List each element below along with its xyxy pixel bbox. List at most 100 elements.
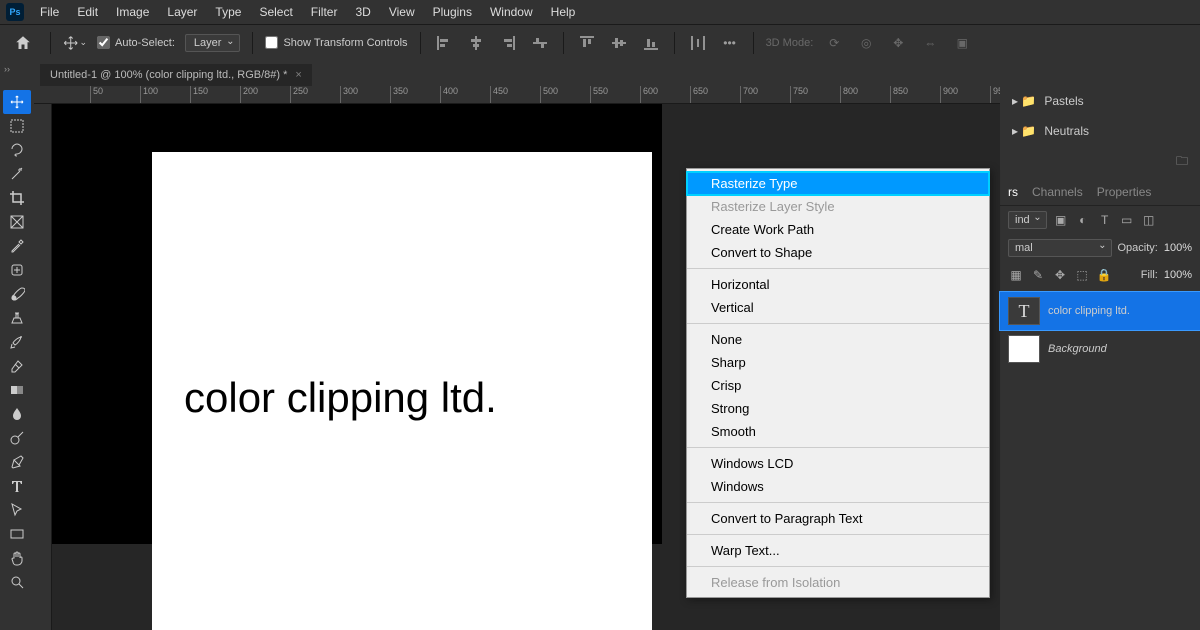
- ctx-windows[interactable]: Windows: [687, 475, 989, 498]
- gradient-tool[interactable]: [3, 378, 31, 402]
- fill-label: Fill:: [1141, 269, 1158, 281]
- ctx-windows-lcd[interactable]: Windows LCD: [687, 452, 989, 475]
- swatch-label: Pastels: [1044, 94, 1083, 108]
- distribute-icon[interactable]: [687, 32, 709, 54]
- path-selection-tool[interactable]: [3, 498, 31, 522]
- type-tool[interactable]: [3, 474, 31, 498]
- ctx-convert-to-shape[interactable]: Convert to Shape: [687, 241, 989, 264]
- 3d-orbit-icon: ⟳: [823, 32, 845, 54]
- ctx-strong[interactable]: Strong: [687, 397, 989, 420]
- magic-wand-tool[interactable]: [3, 162, 31, 186]
- layer-background[interactable]: Background: [1000, 330, 1200, 368]
- menu-view[interactable]: View: [381, 2, 423, 22]
- filter-image-icon[interactable]: ▣: [1053, 212, 1069, 228]
- healing-brush-tool[interactable]: [3, 258, 31, 282]
- eraser-tool[interactable]: [3, 354, 31, 378]
- ctx-vertical[interactable]: Vertical: [687, 296, 989, 319]
- menu-help[interactable]: Help: [543, 2, 584, 22]
- blur-tool[interactable]: [3, 402, 31, 426]
- ctx-create-work-path[interactable]: Create Work Path: [687, 218, 989, 241]
- folder-icon: ▸ 📁: [1012, 124, 1036, 138]
- opacity-value[interactable]: 100%: [1164, 242, 1192, 254]
- frame-tool[interactable]: [3, 210, 31, 234]
- menu-type[interactable]: Type: [207, 2, 249, 22]
- lock-pixels-icon[interactable]: ▦: [1008, 267, 1024, 283]
- menu-window[interactable]: Window: [482, 2, 541, 22]
- eyedropper-tool[interactable]: [3, 234, 31, 258]
- new-folder-icon[interactable]: 🗀: [1176, 152, 1188, 173]
- lock-paint-icon[interactable]: ✎: [1030, 267, 1046, 283]
- canvas-text-layer[interactable]: color clipping ltd.: [184, 374, 497, 422]
- layer-dropdown[interactable]: Layer: [185, 34, 241, 52]
- menu-3d[interactable]: 3D: [347, 2, 378, 22]
- lock-position-icon[interactable]: ✥: [1052, 267, 1068, 283]
- show-transform-checkbox[interactable]: Show Transform Controls: [265, 36, 407, 49]
- align-vcenter-icon[interactable]: [608, 32, 630, 54]
- filter-adjust-icon[interactable]: ◐: [1075, 212, 1091, 228]
- menu-plugins[interactable]: Plugins: [425, 2, 480, 22]
- swatch-group-pastels[interactable]: ▸ 📁 Pastels: [1000, 86, 1200, 116]
- tab-layers[interactable]: rs: [1008, 185, 1018, 199]
- align-horiz-icon[interactable]: [529, 32, 551, 54]
- type-layer-thumb-icon: T: [1008, 297, 1040, 325]
- align-bottom-icon[interactable]: [640, 32, 662, 54]
- document-tab[interactable]: Untitled-1 @ 100% (color clipping ltd., …: [40, 63, 312, 86]
- blend-mode-dropdown[interactable]: mal: [1008, 239, 1112, 257]
- 3d-pan-icon: ✥: [887, 32, 909, 54]
- lock-all-icon[interactable]: 🔒: [1096, 267, 1112, 283]
- crop-tool[interactable]: [3, 186, 31, 210]
- layer-kind-dropdown[interactable]: ind: [1008, 211, 1047, 229]
- fill-value[interactable]: 100%: [1164, 269, 1192, 281]
- zoom-tool[interactable]: [3, 570, 31, 594]
- hand-tool[interactable]: [3, 546, 31, 570]
- clone-stamp-tool[interactable]: [3, 306, 31, 330]
- align-left-icon[interactable]: [433, 32, 455, 54]
- dodge-tool[interactable]: [3, 426, 31, 450]
- layer-name: Background: [1048, 343, 1107, 355]
- swatch-label: Neutrals: [1044, 124, 1089, 138]
- marquee-tool[interactable]: [3, 114, 31, 138]
- expand-toolbar-icon[interactable]: ››: [4, 64, 10, 74]
- swatch-group-neutrals[interactable]: ▸ 📁 Neutrals: [1000, 116, 1200, 146]
- move-tool-icon: ⌄: [63, 31, 87, 55]
- menu-file[interactable]: File: [32, 2, 67, 22]
- align-hcenter-icon[interactable]: [465, 32, 487, 54]
- align-top-icon[interactable]: [576, 32, 598, 54]
- 3d-slide-icon: ⇔: [919, 32, 941, 54]
- rectangle-tool[interactable]: [3, 522, 31, 546]
- move-tool[interactable]: [3, 90, 31, 114]
- ctx-none[interactable]: None: [687, 328, 989, 351]
- 3d-mode-label: 3D Mode:: [766, 37, 814, 49]
- filter-shape-icon[interactable]: ▭: [1119, 212, 1135, 228]
- brush-tool[interactable]: [3, 282, 31, 306]
- ctx-convert-paragraph[interactable]: Convert to Paragraph Text: [687, 507, 989, 530]
- ctx-sharp[interactable]: Sharp: [687, 351, 989, 374]
- home-button[interactable]: [8, 30, 38, 56]
- menu-filter[interactable]: Filter: [303, 2, 346, 22]
- ctx-crisp[interactable]: Crisp: [687, 374, 989, 397]
- filter-type-icon[interactable]: T: [1097, 212, 1113, 228]
- menu-image[interactable]: Image: [108, 2, 157, 22]
- ctx-warp-text[interactable]: Warp Text...: [687, 539, 989, 562]
- ctx-horizontal[interactable]: Horizontal: [687, 273, 989, 296]
- menu-edit[interactable]: Edit: [69, 2, 106, 22]
- ctx-rasterize-type[interactable]: Rasterize Type: [687, 172, 989, 195]
- lock-artboard-icon[interactable]: ⬚: [1074, 267, 1090, 283]
- close-tab-icon[interactable]: ×: [295, 69, 301, 81]
- auto-select-checkbox[interactable]: Auto-Select:: [97, 36, 175, 49]
- layer-text[interactable]: T color clipping ltd.: [1000, 292, 1200, 330]
- vertical-ruler: [34, 104, 52, 630]
- show-transform-label: Show Transform Controls: [283, 37, 407, 49]
- history-brush-tool[interactable]: [3, 330, 31, 354]
- pen-tool[interactable]: [3, 450, 31, 474]
- context-menu: Rasterize Type Rasterize Layer Style Cre…: [686, 168, 990, 598]
- tab-properties[interactable]: Properties: [1097, 185, 1152, 199]
- lasso-tool[interactable]: [3, 138, 31, 162]
- align-right-icon[interactable]: [497, 32, 519, 54]
- tab-channels[interactable]: Channels: [1032, 185, 1083, 199]
- menu-layer[interactable]: Layer: [159, 2, 205, 22]
- more-icon[interactable]: •••: [719, 32, 741, 54]
- ctx-smooth[interactable]: Smooth: [687, 420, 989, 443]
- filter-smart-icon[interactable]: ◫: [1141, 212, 1157, 228]
- menu-select[interactable]: Select: [251, 2, 300, 22]
